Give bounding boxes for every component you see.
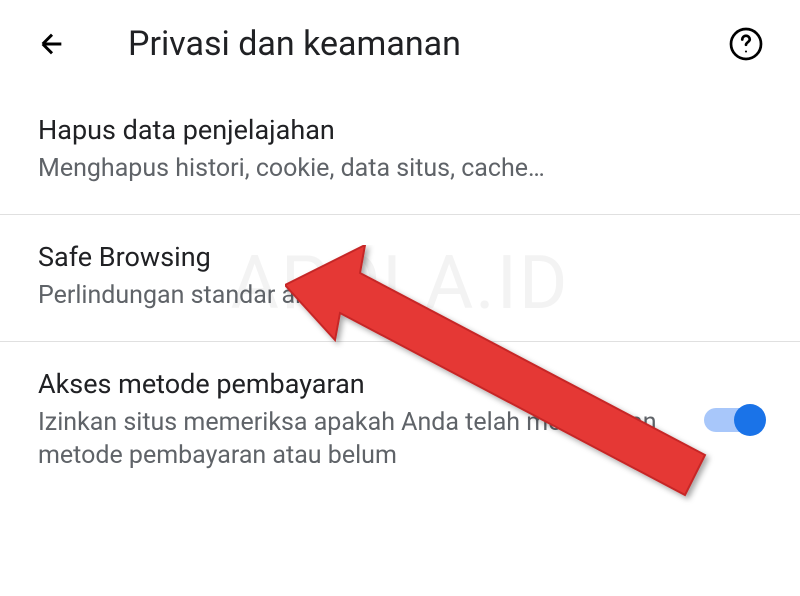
item-title: Akses metode pembayaran: [38, 368, 684, 400]
item-text: Akses metode pembayaran Izinkan situs me…: [38, 368, 704, 474]
help-icon[interactable]: [726, 24, 766, 64]
settings-item-safe-browsing[interactable]: Safe Browsing Perlindungan standar aktif: [0, 215, 800, 342]
toggle-thumb: [734, 404, 766, 436]
page-title: Privasi dan keamanan: [128, 24, 461, 64]
item-title: Safe Browsing: [38, 241, 762, 273]
item-subtitle: Menghapus histori, cookie, data situs, c…: [38, 152, 762, 186]
item-title: Hapus data penjelajahan: [38, 114, 762, 146]
settings-item-payment-methods[interactable]: Akses metode pembayaran Izinkan situs me…: [0, 342, 800, 502]
settings-item-clear-data[interactable]: Hapus data penjelajahan Menghapus histor…: [0, 88, 800, 215]
payment-toggle[interactable]: [704, 408, 762, 432]
item-subtitle: Izinkan situs memeriksa apakah Anda tela…: [38, 406, 684, 474]
item-subtitle: Perlindungan standar aktif: [38, 279, 762, 313]
header: Privasi dan keamanan: [0, 0, 800, 88]
back-icon[interactable]: [34, 26, 70, 62]
